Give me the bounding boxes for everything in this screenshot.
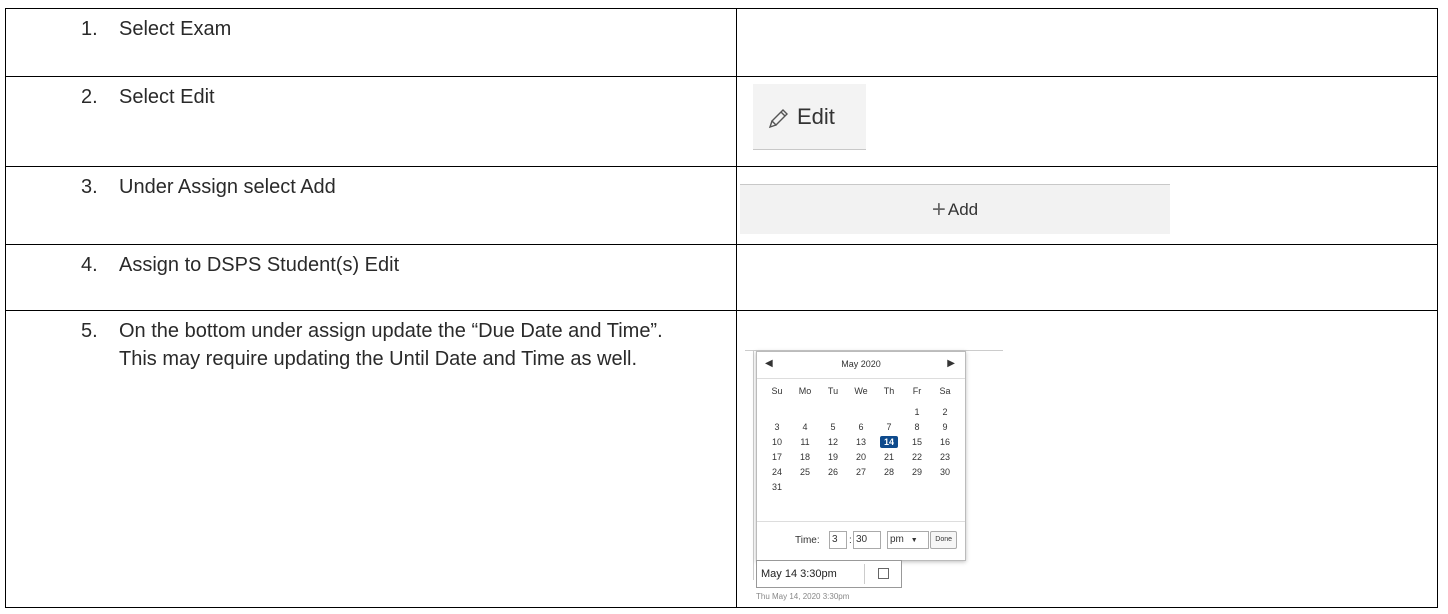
calendar-header: ◀ May 2020 ▶	[757, 352, 965, 379]
calendar-day[interactable]	[903, 479, 931, 494]
step-text: Select Exam	[119, 18, 232, 40]
calendar-day[interactable]: 1	[903, 404, 931, 419]
calendar-day[interactable]: 16	[931, 434, 959, 449]
minute-input[interactable]: 30	[853, 531, 881, 549]
calendar-day[interactable]: 24	[763, 464, 791, 479]
weekday-label: We	[854, 386, 868, 396]
time-label: Time:	[795, 535, 820, 546]
ampm-value: pm	[890, 534, 904, 545]
calendar-day[interactable]	[819, 479, 847, 494]
edit-button-label: Edit	[797, 103, 835, 129]
calendar-day[interactable]: 2	[931, 404, 959, 419]
calendar-day[interactable]	[819, 404, 847, 419]
step-number: 1.	[81, 18, 98, 40]
chevron-down-icon: ▼	[910, 537, 918, 544]
calendar-day[interactable]: 23	[931, 449, 959, 464]
calendar-day[interactable]: 13	[847, 434, 875, 449]
weekday-label: Su	[771, 386, 783, 396]
calendar-day[interactable]	[791, 479, 819, 494]
calendar-day[interactable]: 18	[791, 449, 819, 464]
step-2: 2. Select Edit	[6, 77, 736, 111]
add-button[interactable]: + Add	[740, 184, 1170, 234]
calendar-day[interactable]: 12	[819, 434, 847, 449]
due-date-input[interactable]: May 14 3:30pm	[756, 560, 902, 588]
weekday-label: Tu	[827, 386, 839, 396]
step-number: 3.	[81, 176, 98, 198]
calendar-month: May 2020	[841, 359, 881, 369]
step-number: 4.	[81, 254, 98, 276]
calendar-day[interactable]: 9	[931, 419, 959, 434]
calendar-day[interactable]	[847, 479, 875, 494]
calendar-day[interactable]: 7	[875, 419, 903, 434]
step-cell-2: 2. Select Edit	[5, 76, 737, 167]
image-cell-4	[736, 244, 1438, 311]
hour-input[interactable]: 3	[829, 531, 847, 549]
step-text: Assign to DSPS Student(s) Edit	[119, 254, 400, 276]
calendar-icon[interactable]	[878, 568, 889, 579]
due-date-hint: Thu May 14, 2020 3:30pm	[756, 592, 850, 601]
calendar-day[interactable]: 11	[791, 434, 819, 449]
background-line	[753, 350, 754, 580]
step-3: 3. Under Assign select Add	[6, 167, 736, 201]
calendar-day[interactable]: 5	[819, 419, 847, 434]
weekday-label: Fr	[912, 386, 922, 396]
step-5: 5. On the bottom under assign update the…	[6, 311, 736, 373]
step-4: 4. Assign to DSPS Student(s) Edit	[6, 245, 736, 279]
step-text: On the bottom under assign update the “D…	[119, 320, 663, 370]
step-1: 1. Select Exam	[6, 9, 736, 43]
step-cell-1: 1. Select Exam	[5, 8, 737, 77]
input-divider	[864, 564, 865, 584]
calendar-day[interactable]	[875, 404, 903, 419]
calendar-day[interactable]: 19	[819, 449, 847, 464]
calendar-day[interactable]: 31	[763, 479, 791, 494]
calendar-day[interactable]: 27	[847, 464, 875, 479]
calendar-day[interactable]: 8	[903, 419, 931, 434]
calendar-day[interactable]: 26	[819, 464, 847, 479]
step-number: 5.	[81, 320, 98, 342]
add-button-label: Add	[947, 199, 979, 219]
calendar-day[interactable]: 22	[903, 449, 931, 464]
step-cell-5: 5. On the bottom under assign update the…	[5, 310, 737, 608]
calendar-day[interactable]: 3	[763, 419, 791, 434]
done-button[interactable]: Done	[930, 531, 957, 549]
calendar-day[interactable]: 17	[763, 449, 791, 464]
calendar-day[interactable]: 15	[903, 434, 931, 449]
ampm-select[interactable]: pm ▼	[887, 531, 929, 549]
calendar-day[interactable]: 6	[847, 419, 875, 434]
calendar-day[interactable]: 20	[847, 449, 875, 464]
next-month-icon[interactable]: ▶	[947, 358, 955, 369]
calendar-day[interactable]: 21	[875, 449, 903, 464]
time-colon: :	[849, 535, 852, 546]
image-cell-1	[736, 8, 1438, 77]
time-row: Time: 3 : 30 pm ▼ Done	[757, 521, 965, 560]
step-cell-4: 4. Assign to DSPS Student(s) Edit	[5, 244, 737, 311]
step-number: 2.	[81, 86, 98, 108]
calendar-day[interactable]	[875, 479, 903, 494]
calendar-day[interactable]: 4	[791, 419, 819, 434]
plus-icon: +	[931, 195, 946, 223]
calendar-day[interactable]: 28	[875, 464, 903, 479]
step-text: Select Edit	[119, 86, 215, 108]
pencil-icon	[768, 108, 788, 128]
calendar-day[interactable]: 10	[763, 434, 791, 449]
step-text: Under Assign select Add	[119, 176, 336, 198]
selected-day-label: 14	[879, 435, 898, 448]
instructions-table: 1. Select Exam 2. Select Edit 3. Under A…	[5, 8, 1438, 608]
calendar-grid: Su Mo Tu We Th Fr Sa 1 2 3 4 5 6 7 8 9 1…	[763, 386, 959, 494]
calendar-day[interactable]: 29	[903, 464, 931, 479]
edit-button[interactable]: Edit	[753, 84, 866, 150]
calendar-day-selected[interactable]: 14	[875, 434, 903, 449]
calendar-day[interactable]: 30	[931, 464, 959, 479]
calendar-day[interactable]	[847, 404, 875, 419]
calendar-day[interactable]: 25	[791, 464, 819, 479]
due-date-value: May 14 3:30pm	[761, 568, 837, 580]
weekday-label: Mo	[798, 386, 812, 396]
calendar-day[interactable]	[763, 404, 791, 419]
weekday-label: Sa	[939, 386, 951, 396]
calendar-day[interactable]	[791, 404, 819, 419]
calendar-day[interactable]	[931, 479, 959, 494]
calendar-popup: ◀ May 2020 ▶ Su Mo Tu We Th Fr Sa 1 2 3 …	[756, 351, 966, 561]
step-cell-3: 3. Under Assign select Add	[5, 166, 737, 245]
weekday-label: Th	[883, 386, 895, 396]
